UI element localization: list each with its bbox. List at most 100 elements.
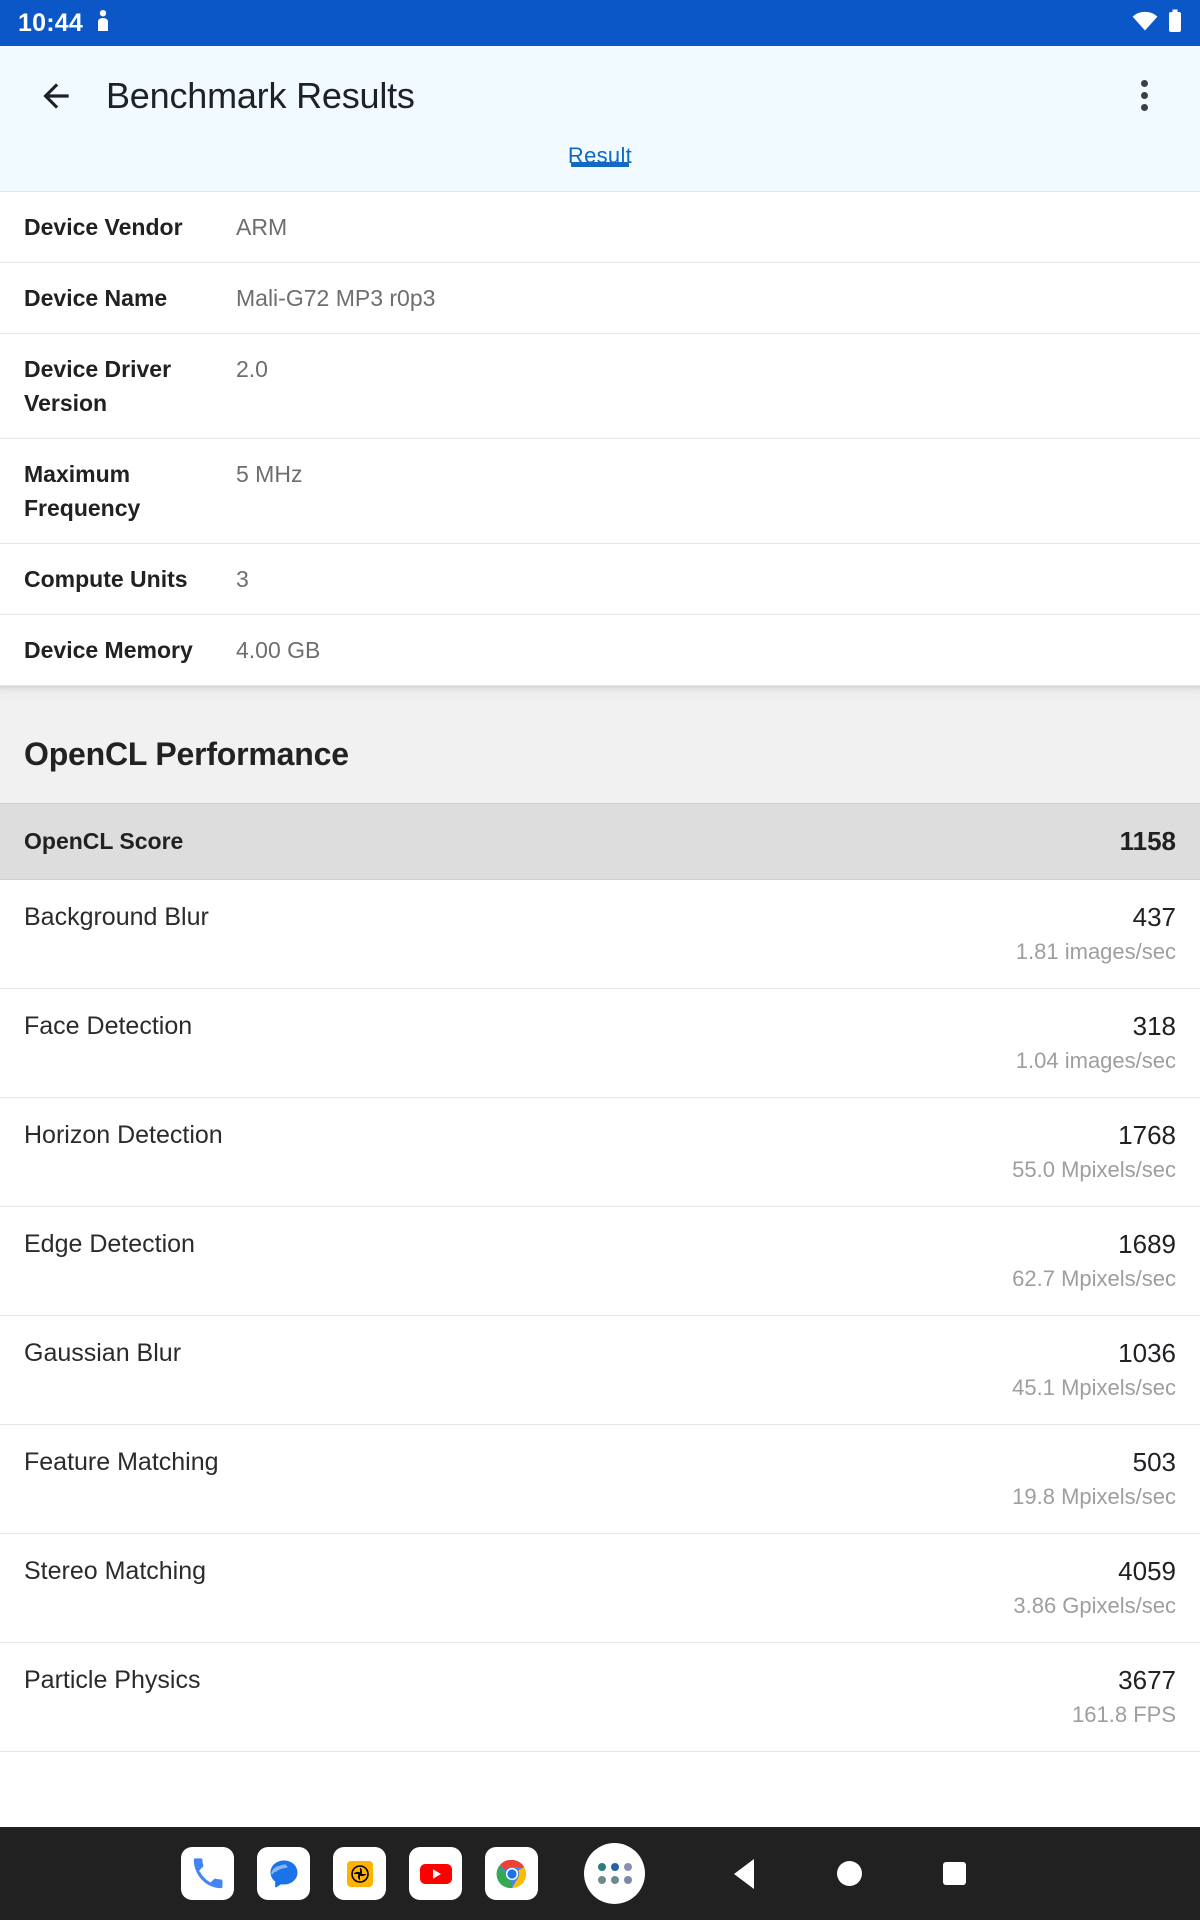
table-row[interactable]: Feature Matching 503 19.8 Mpixels/sec xyxy=(0,1425,1200,1534)
status-clock: 10:44 xyxy=(18,8,83,37)
back-triangle-icon xyxy=(734,1858,754,1889)
table-row: Device Memory 4.00 GB xyxy=(0,615,1200,686)
benchmark-values: 4059 3.86 Gpixels/sec xyxy=(1013,1554,1176,1624)
info-value: ARM xyxy=(236,214,288,240)
youtube-app-icon[interactable] xyxy=(409,1847,462,1900)
info-value: Mali-G72 MP3 r0p3 xyxy=(236,285,436,311)
info-key: Device Vendor xyxy=(24,214,183,240)
battery-icon xyxy=(1168,9,1182,38)
more-vertical-icon xyxy=(1140,104,1148,111)
info-key: Device Driver Version xyxy=(24,356,172,416)
results-scroll-area[interactable]: Device Vendor ARM Device Name Mali-G72 M… xyxy=(0,191,1200,1827)
benchmark-values: 3677 161.8 FPS xyxy=(1072,1663,1176,1733)
benchmark-values: 1036 45.1 Mpixels/sec xyxy=(1012,1336,1176,1406)
benchmark-unit: 1.81 images/sec xyxy=(1015,939,1176,964)
camera-app-icon[interactable] xyxy=(333,1847,386,1900)
person-pin-icon xyxy=(95,9,111,38)
info-value: 4.00 GB xyxy=(236,637,321,663)
system-dock xyxy=(0,1827,1200,1920)
tab-result[interactable]: Result xyxy=(552,145,648,167)
benchmark-unit: 1.04 images/sec xyxy=(1015,1048,1176,1073)
benchmark-name: Edge Detection xyxy=(24,1230,195,1258)
benchmark-values: 318 1.04 images/sec xyxy=(1016,1009,1176,1079)
more-vertical-icon xyxy=(1140,92,1148,99)
benchmark-score: 1768 xyxy=(1118,1120,1176,1150)
table-row: Device Name Mali-G72 MP3 r0p3 xyxy=(0,263,1200,334)
benchmark-score: 1689 xyxy=(1118,1229,1176,1259)
benchmark-score: 318 xyxy=(1132,1011,1176,1041)
benchmark-score: 4059 xyxy=(1118,1556,1176,1586)
table-row: Device Vendor ARM xyxy=(0,191,1200,263)
benchmark-values: 1768 55.0 Mpixels/sec xyxy=(1012,1118,1176,1188)
benchmark-score: 437 xyxy=(1132,902,1176,932)
table-row[interactable]: Background Blur 437 1.81 images/sec xyxy=(0,880,1200,989)
benchmark-values: 437 1.81 images/sec xyxy=(1016,900,1176,970)
benchmark-name: Feature Matching xyxy=(24,1448,219,1476)
opencl-score-row: OpenCL Score 1158 xyxy=(0,803,1200,880)
page-title: Benchmark Results xyxy=(106,74,415,116)
home-circle-icon xyxy=(836,1861,862,1886)
device-info-list: Device Vendor ARM Device Name Mali-G72 M… xyxy=(0,191,1200,686)
benchmark-unit: 19.8 Mpixels/sec xyxy=(1012,1484,1176,1509)
table-row[interactable]: Edge Detection 1689 62.7 Mpixels/sec xyxy=(0,1207,1200,1316)
table-row[interactable]: Face Detection 318 1.04 images/sec xyxy=(0,989,1200,1098)
nav-recents-button[interactable] xyxy=(933,1853,975,1895)
benchmark-score: 1036 xyxy=(1118,1338,1176,1368)
dock-app-row xyxy=(181,1843,645,1904)
info-value: 3 xyxy=(236,566,249,592)
app-drawer-icon[interactable] xyxy=(584,1843,645,1904)
benchmark-name: Horizon Detection xyxy=(24,1121,223,1149)
info-value: 5 MHz xyxy=(236,461,303,487)
info-value: 2.0 xyxy=(236,356,268,382)
benchmark-name: Particle Physics xyxy=(24,1666,201,1694)
benchmark-score: 503 xyxy=(1132,1447,1176,1477)
info-key: Device Memory xyxy=(24,637,193,663)
wifi-icon xyxy=(1132,11,1158,36)
messages-app-icon[interactable] xyxy=(257,1847,310,1900)
status-bar: 10:44 xyxy=(0,0,1200,46)
opencl-score-label: OpenCL Score xyxy=(24,828,184,854)
opencl-score-value: 1158 xyxy=(1119,826,1176,856)
table-row: Compute Units 3 xyxy=(0,544,1200,615)
table-row: Maximum Frequency 5 MHz xyxy=(0,439,1200,544)
navigation-buttons xyxy=(723,1853,975,1895)
table-row: Device Driver Version 2.0 xyxy=(0,334,1200,439)
back-button[interactable] xyxy=(28,68,84,124)
more-vertical-icon xyxy=(1140,80,1148,87)
benchmark-unit: 3.86 Gpixels/sec xyxy=(1013,1593,1176,1618)
tab-selected-indicator xyxy=(570,162,629,167)
benchmark-name: Stereo Matching xyxy=(24,1557,207,1585)
benchmark-name: Face Detection xyxy=(24,1012,193,1040)
info-key: Compute Units xyxy=(24,566,188,592)
benchmark-name: Gaussian Blur xyxy=(24,1339,182,1367)
benchmark-score: 3677 xyxy=(1118,1665,1176,1695)
app-bar: Benchmark Results xyxy=(0,46,1200,145)
status-bar-right xyxy=(1132,9,1182,38)
table-row[interactable]: Horizon Detection 1768 55.0 Mpixels/sec xyxy=(0,1098,1200,1207)
chrome-app-icon[interactable] xyxy=(485,1847,538,1900)
info-key: Maximum Frequency xyxy=(24,461,141,521)
performance-section-header: OpenCL Performance xyxy=(0,702,1200,803)
section-title: OpenCL Performance xyxy=(24,736,349,772)
section-divider xyxy=(0,686,1200,702)
benchmark-unit: 161.8 FPS xyxy=(1072,1702,1176,1727)
overflow-menu-button[interactable] xyxy=(1116,68,1172,124)
phone-app-icon[interactable] xyxy=(181,1847,234,1900)
benchmark-values: 503 19.8 Mpixels/sec xyxy=(1012,1445,1176,1515)
app-drawer-dots xyxy=(597,1863,632,1884)
nav-home-button[interactable] xyxy=(828,1853,870,1895)
nav-back-button[interactable] xyxy=(723,1853,765,1895)
benchmark-unit: 55.0 Mpixels/sec xyxy=(1012,1157,1176,1182)
benchmark-values: 1689 62.7 Mpixels/sec xyxy=(1012,1227,1176,1297)
benchmark-unit: 45.1 Mpixels/sec xyxy=(1012,1375,1176,1400)
benchmark-unit: 62.7 Mpixels/sec xyxy=(1012,1266,1176,1291)
benchmark-name: Background Blur xyxy=(24,903,209,931)
arrow-back-icon xyxy=(43,82,69,109)
table-row[interactable]: Gaussian Blur 1036 45.1 Mpixels/sec xyxy=(0,1316,1200,1425)
phone-screen: 10:44 Benchmark Results Result Device Ve… xyxy=(0,0,1200,1920)
status-bar-left: 10:44 xyxy=(18,9,111,38)
table-row[interactable]: Particle Physics 3677 161.8 FPS xyxy=(0,1643,1200,1752)
table-row[interactable]: Stereo Matching 4059 3.86 Gpixels/sec xyxy=(0,1534,1200,1643)
recents-square-icon xyxy=(942,1862,966,1885)
tab-bar: Result xyxy=(0,145,1200,191)
